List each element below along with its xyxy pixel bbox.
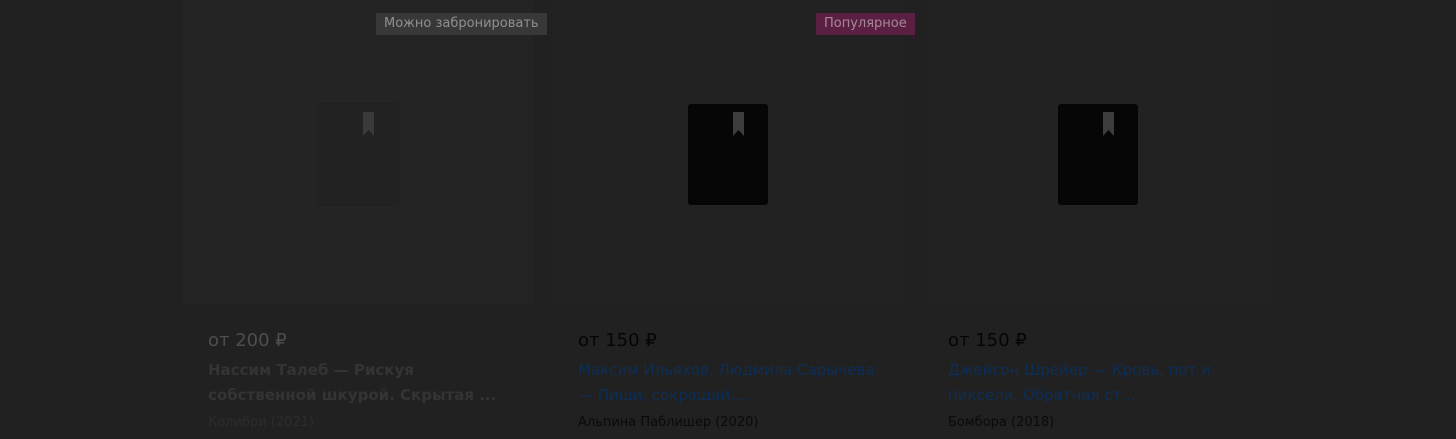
bookmark-icon [363,112,374,136]
product-cover[interactable] [923,0,1273,304]
product-price: от 150 ₽ [578,330,657,351]
product-card[interactable]: Популярное от 150 ₽ Максим Ильяхов, Людм… [553,0,915,439]
product-title-link[interactable]: Джейсон Шрейер — Кровь, пот и пиксели. О… [948,358,1248,408]
bookmark-icon [1103,112,1114,136]
product-publisher: Бомбора (2018) [948,415,1055,430]
status-badge: Можно забронировать [376,13,547,40]
product-title-link[interactable]: Нассим Талеб — Рискуя собственной шкурой… [208,358,508,408]
product-publisher: Колибри (2021) [208,415,315,430]
book-placeholder-icon [688,104,768,205]
book-placeholder-icon [1058,104,1138,205]
popular-badge: Популярное [816,13,915,40]
product-price: от 200 ₽ [208,330,287,351]
product-card[interactable]: Можно забронировать от 200 ₽ Нассим Тале… [183,0,547,439]
product-title-link[interactable]: Максим Ильяхов, Людмила Сарычева — Пиши,… [578,358,878,408]
product-cover[interactable] [553,0,903,304]
product-price: от 150 ₽ [948,330,1027,351]
book-placeholder-icon [318,104,398,205]
bookmark-icon [733,112,744,136]
product-card[interactable]: от 150 ₽ Джейсон Шрейер — Кровь, пот и п… [923,0,1273,439]
product-cover[interactable] [183,0,533,304]
product-publisher: Альпина Паблишер (2020) [578,415,759,430]
